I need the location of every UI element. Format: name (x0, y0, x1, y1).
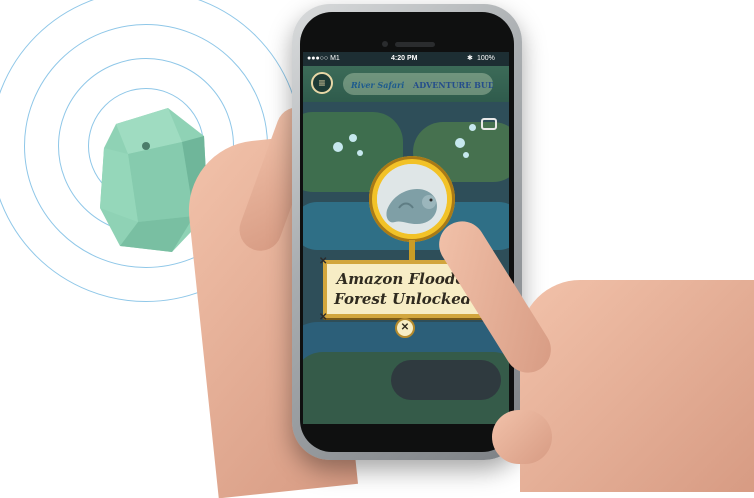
bubble-6 (463, 152, 469, 158)
camera-icon[interactable] (481, 118, 497, 130)
carrier-signal: ●●●○○ M1 (307, 55, 340, 62)
hamburger-menu-icon[interactable]: ≡ (311, 72, 333, 94)
game-logo: River Safari ADVENTURE BUDDY (343, 73, 493, 95)
banner-corner-x-3: ✕ (319, 312, 328, 323)
game-header: ≡ River Safari ADVENTURE BUDDY (303, 66, 509, 102)
banner-line-2: Forest Unlocked! (334, 290, 478, 308)
status-bar: ●●●○○ M1 4:20 PM ✱ 100% (303, 52, 509, 66)
bubble-2 (349, 134, 357, 142)
banner-corner-x-1: ✕ (319, 256, 328, 267)
logo-left-text: River Safari (350, 80, 404, 90)
bubble-1 (333, 142, 343, 152)
bubble-4 (455, 138, 465, 148)
earpiece-speaker (395, 42, 435, 47)
battery-percent: 100% (477, 55, 495, 62)
bubble-3 (357, 150, 363, 156)
map-pond (391, 360, 501, 400)
right-thumb (492, 410, 552, 464)
front-camera (382, 41, 388, 47)
manatee-illustration (377, 164, 447, 234)
bluetooth-icon: ✱ (467, 55, 473, 62)
manatee-icon (377, 164, 447, 234)
status-time: 4:20 PM (391, 55, 418, 62)
bubble-5 (469, 124, 476, 131)
medallion-stem (409, 240, 415, 262)
creature-medallion (369, 156, 455, 242)
logo-right-text: ADVENTURE BUDDY (412, 80, 493, 90)
close-button[interactable]: ✕ (395, 318, 415, 338)
right-hand (520, 280, 754, 492)
